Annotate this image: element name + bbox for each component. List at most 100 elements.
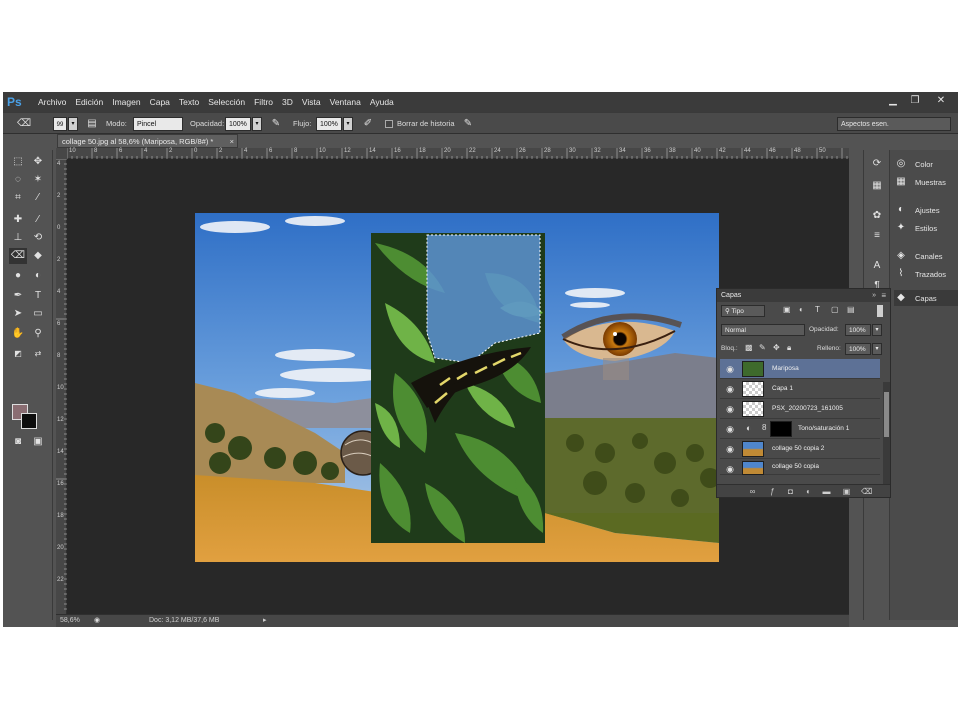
erase-history-checkbox[interactable] <box>385 120 393 128</box>
menu-seleccion[interactable]: Selección <box>208 97 245 107</box>
flow-input[interactable]: 100% <box>316 117 342 131</box>
shape-tool-icon[interactable]: ▭ <box>29 306 47 322</box>
channels-panel-tab[interactable]: ◈ Canales <box>894 248 958 264</box>
layer-row-capa-1[interactable]: ◉ Capa 1 <box>720 379 880 399</box>
eraser-preset-icon[interactable]: ⌫ <box>17 117 31 131</box>
eraser-tool-icon[interactable]: ⌫ <box>9 248 27 264</box>
history-brush-icon[interactable]: ⟲ <box>29 230 47 246</box>
eye-icon[interactable]: ◉ <box>724 383 736 395</box>
eye-icon[interactable]: ◉ <box>724 463 736 475</box>
filter-type-icon[interactable]: T <box>815 305 820 314</box>
layers-panel-header[interactable]: Capas ≡ » <box>717 289 890 302</box>
fill-input[interactable]: 100% <box>845 343 871 355</box>
crop-tool-icon[interactable]: ⌗ <box>9 190 27 206</box>
close-window-button[interactable]: ✕ <box>931 94 951 108</box>
layer-opacity-input[interactable]: 100% <box>845 324 871 336</box>
close-icon[interactable]: × <box>230 135 234 148</box>
menu-vista[interactable]: Vista <box>302 97 321 107</box>
lock-transparent-icon[interactable]: ▩ <box>745 343 753 352</box>
path-select-icon[interactable]: ➤ <box>9 306 27 322</box>
filter-smart-icon[interactable]: ▤ <box>847 305 855 314</box>
eye-icon[interactable]: ◉ <box>724 423 736 435</box>
chevron-down-icon[interactable]: ▾ <box>68 117 78 131</box>
brush-presets-icon[interactable]: ≡ <box>869 228 885 244</box>
menu-3d[interactable]: 3D <box>282 97 293 107</box>
lock-position-icon[interactable]: ✥ <box>773 343 780 352</box>
airbrush-icon[interactable]: ✐ <box>361 117 375 131</box>
filter-adjustment-icon[interactable]: ◐ <box>799 305 804 314</box>
brush-panel-icon[interactable]: ✿ <box>869 208 885 224</box>
chevron-down-icon[interactable]: ▾ <box>252 117 262 131</box>
menu-edicion[interactable]: Edición <box>75 97 103 107</box>
history-panel-icon[interactable]: ⟳ <box>869 156 885 172</box>
eye-icon[interactable]: ◉ <box>724 443 736 455</box>
layer-row-psx[interactable]: ◉ PSX_20200723_161005 <box>720 399 880 419</box>
trash-icon[interactable]: ⌫ <box>861 486 872 497</box>
pressure-opacity-icon[interactable]: ✎ <box>269 117 283 131</box>
character-panel-icon[interactable]: A <box>869 258 885 274</box>
layers-panel-tab[interactable]: ◆ Capas <box>894 290 958 306</box>
lasso-tool-icon[interactable]: ◌ <box>9 172 27 188</box>
swap-colors-icon[interactable]: ⇄ <box>29 346 47 362</box>
link-icon[interactable]: 8 <box>762 423 766 432</box>
brush-tool-icon[interactable]: ⁄ <box>29 212 47 228</box>
paint-bucket-icon[interactable]: ◆ <box>29 248 47 264</box>
layer-row-collage-copia[interactable]: ◉ collage 50 copia <box>720 459 880 475</box>
new-adjustment-icon[interactable]: ◐ <box>803 486 814 497</box>
quick-mask-icon[interactable]: ◙ <box>9 434 27 450</box>
filter-pixel-icon[interactable]: ▣ <box>783 305 791 314</box>
lock-all-icon[interactable]: 🔒︎ <box>787 343 791 353</box>
chevron-down-icon[interactable]: ▾ <box>872 324 882 336</box>
layer-row-mariposa[interactable]: ◉ Mariposa <box>720 359 880 379</box>
opacity-input[interactable]: 100% <box>225 117 251 131</box>
blend-mode-select[interactable]: Normal <box>721 324 805 336</box>
clone-stamp-icon[interactable]: ⊥ <box>9 230 27 246</box>
pressure-size-icon[interactable]: ✎ <box>461 117 475 131</box>
layers-scrollbar-thumb[interactable] <box>884 392 889 437</box>
menu-ventana[interactable]: Ventana <box>330 97 361 107</box>
properties-panel-icon[interactable]: ▦ <box>869 178 885 194</box>
collage-image[interactable] <box>195 213 719 562</box>
move-tool-icon[interactable]: ✥ <box>29 154 47 170</box>
status-info-icon[interactable]: ◉ <box>94 615 100 627</box>
menu-imagen[interactable]: Imagen <box>112 97 140 107</box>
menu-ayuda[interactable]: Ayuda <box>370 97 394 107</box>
minimize-button[interactable]: ▁ <box>883 94 903 108</box>
link-layers-icon[interactable]: ∞ <box>747 486 758 497</box>
zoom-level[interactable]: 58,6% <box>60 615 80 627</box>
eye-icon[interactable]: ◉ <box>724 403 736 415</box>
new-group-icon[interactable]: ▬ <box>821 486 832 497</box>
layer-filter-select[interactable]: ⚲ Tipo <box>721 305 765 317</box>
add-mask-icon[interactable]: ◘ <box>785 486 796 497</box>
styles-panel-tab[interactable]: ✦ Estilos <box>894 220 958 236</box>
chevron-down-icon[interactable]: ▾ <box>872 343 882 355</box>
paths-panel-tab[interactable]: ⌇ Trazados <box>894 266 958 282</box>
background-color-swatch[interactable] <box>21 413 37 429</box>
pen-tool-icon[interactable]: ✒ <box>9 288 27 304</box>
eyedropper-tool-icon[interactable]: ⁄ <box>29 190 47 206</box>
dodge-tool-icon[interactable]: ◐ <box>29 268 47 284</box>
layer-row-collage-copia-2[interactable]: ◉ collage 50 copia 2 <box>720 439 880 459</box>
layers-scrollbar[interactable] <box>883 382 890 490</box>
eye-icon[interactable]: ◉ <box>724 363 736 375</box>
brush-panel-icon[interactable]: ▤ <box>85 117 99 131</box>
marquee-tool-icon[interactable]: ⬚ <box>9 154 27 170</box>
workspace-select[interactable]: Aspectos esen. <box>837 117 951 131</box>
document-tab[interactable]: collage 50.jpg al 58,6% (Mariposa, RGB/8… <box>57 134 238 148</box>
panel-menu-icon[interactable]: ≡ <box>881 289 886 302</box>
adjustments-panel-tab[interactable]: ◐ Ajustes <box>894 202 958 218</box>
menu-capa[interactable]: Capa <box>150 97 170 107</box>
healing-brush-icon[interactable]: ✚ <box>9 212 27 228</box>
filter-toggle[interactable] <box>877 305 883 317</box>
brush-size-picker[interactable]: 99 <box>53 117 67 131</box>
lock-pixels-icon[interactable]: ✎ <box>759 343 766 352</box>
color-panel-tab[interactable]: ◎ Color <box>894 156 958 172</box>
mode-select[interactable]: Pincel <box>133 117 183 131</box>
layer-mask-thumbnail[interactable] <box>770 421 792 437</box>
menu-filtro[interactable]: Filtro <box>254 97 273 107</box>
zoom-tool-icon[interactable]: ⚲ <box>29 326 47 342</box>
restore-button[interactable]: ❐ <box>905 94 925 108</box>
hand-tool-icon[interactable]: ✋ <box>9 326 27 342</box>
new-layer-icon[interactable]: ▣ <box>841 486 852 497</box>
swatches-panel-tab[interactable]: ▦ Muestras <box>894 174 958 190</box>
